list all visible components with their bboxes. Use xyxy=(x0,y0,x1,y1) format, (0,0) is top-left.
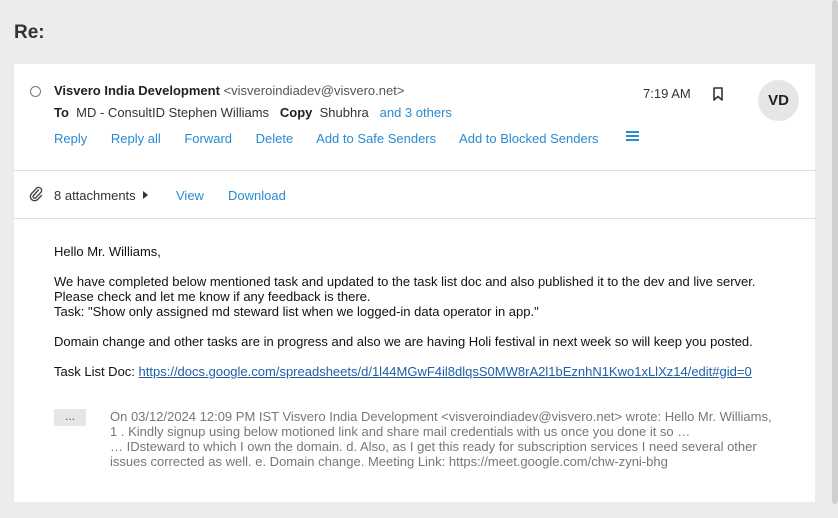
greeting: Hello Mr. Williams, xyxy=(54,244,161,259)
quoted-text[interactable]: On 03/12/2024 12:09 PM IST Visvero India… xyxy=(110,409,790,469)
quoted-line-1: On 03/12/2024 12:09 PM IST Visvero India… xyxy=(110,409,772,424)
others-link[interactable]: and 3 others xyxy=(380,105,452,120)
email-card: Visvero India Development <visveroindiad… xyxy=(14,64,815,502)
reply-all-button[interactable]: Reply all xyxy=(111,131,161,146)
paperclip-icon xyxy=(29,186,43,202)
quoted-line-3: … IDsteward to which I own the domain. d… xyxy=(110,439,757,454)
show-quoted-button[interactable]: ... xyxy=(54,409,86,426)
radio-circle-icon[interactable] xyxy=(30,86,41,97)
body-paragraph-2: Domain change and other tasks are in pro… xyxy=(54,334,753,349)
action-bar: Reply Reply all Forward Delete Add to Sa… xyxy=(54,131,619,146)
delete-button[interactable]: Delete xyxy=(256,131,294,146)
recipients-line: To MD - ConsultID Stephen Williams Copy … xyxy=(54,105,452,120)
bookmark-icon[interactable] xyxy=(711,86,725,102)
body-paragraph-1-line-3: Task: "Show only assigned md steward lis… xyxy=(54,304,539,319)
caret-right-icon[interactable] xyxy=(143,191,148,199)
add-safe-senders-button[interactable]: Add to Safe Senders xyxy=(316,131,436,146)
avatar[interactable]: VD xyxy=(758,80,799,121)
sender-name[interactable]: Visvero India Development xyxy=(54,83,220,98)
forward-button[interactable]: Forward xyxy=(184,131,232,146)
task-list-doc-line: Task List Doc: https://docs.google.com/s… xyxy=(54,364,752,379)
to-recipient[interactable]: MD - ConsultID Stephen Williams xyxy=(76,105,269,120)
add-blocked-senders-button[interactable]: Add to Blocked Senders xyxy=(459,131,598,146)
copy-recipient[interactable]: Shubhra xyxy=(320,105,369,120)
task-list-doc-link[interactable]: https://docs.google.com/spreadsheets/d/1… xyxy=(139,364,752,379)
email-header: Visvero India Development <visveroindiad… xyxy=(14,64,815,171)
attachments-bar: 8 attachments View Download xyxy=(14,171,815,219)
copy-label: Copy xyxy=(279,105,313,120)
scrollbar[interactable] xyxy=(832,0,838,504)
download-attachments-link[interactable]: Download xyxy=(228,188,286,203)
sender-email: <visveroindiadev@visvero.net> xyxy=(223,83,405,98)
reply-button[interactable]: Reply xyxy=(54,131,87,146)
email-time: 7:19 AM xyxy=(643,86,691,101)
sender-line: Visvero India Development <visveroindiad… xyxy=(54,83,404,98)
attachments-count[interactable]: 8 attachments xyxy=(54,188,136,203)
email-subject: Re: xyxy=(14,22,45,43)
hamburger-menu-icon[interactable] xyxy=(626,130,639,142)
quoted-line-2: 1 . Kindly signup using below motioned l… xyxy=(110,424,691,439)
view-attachments-link[interactable]: View xyxy=(176,188,204,203)
body-paragraph-1-line-2: Please check and let me know if any feed… xyxy=(54,289,371,304)
to-label: To xyxy=(54,105,69,120)
quoted-line-4: issues corrected as well. e. Domain chan… xyxy=(110,454,668,469)
task-list-doc-label: Task List Doc: xyxy=(54,364,139,379)
body-paragraph-1-line-1: We have completed below mentioned task a… xyxy=(54,274,756,289)
